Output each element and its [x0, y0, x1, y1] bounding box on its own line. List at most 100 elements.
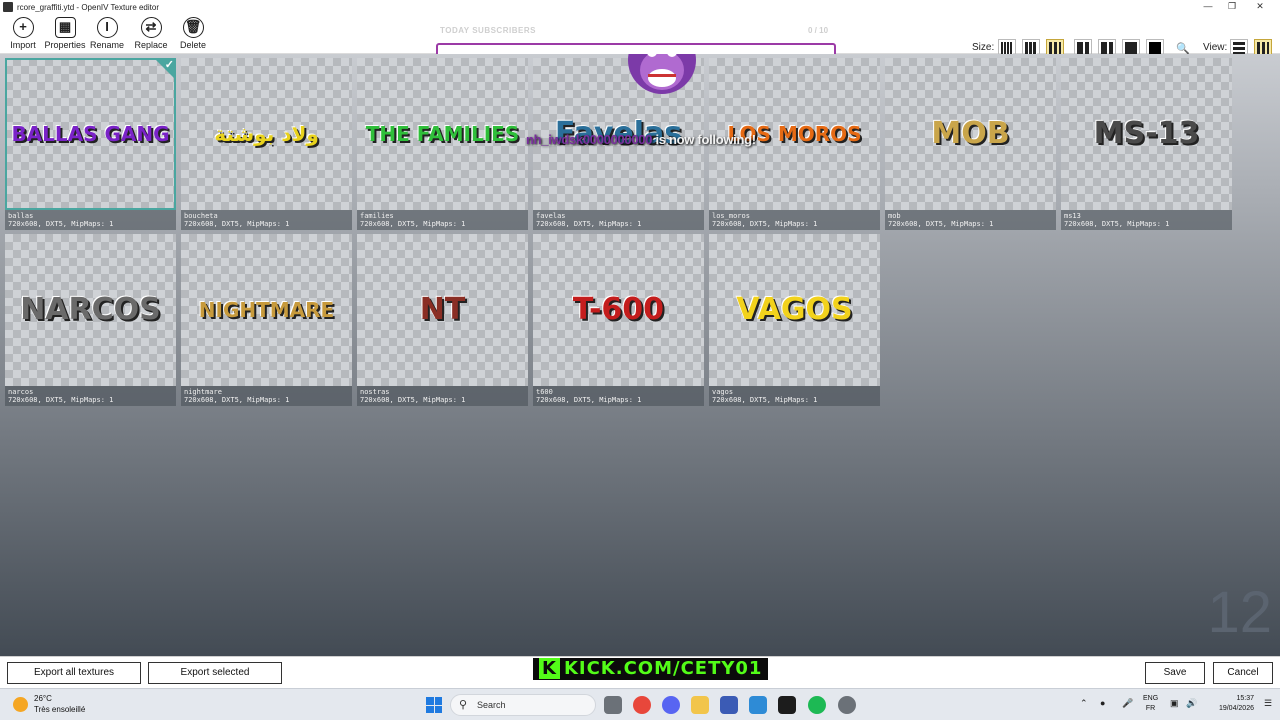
clock-time: 15:37 — [1236, 695, 1254, 702]
texture-tile[interactable]: NARCOS narcos 720x608, DXT5, MipMaps: 1 — [5, 234, 176, 406]
texture-tile[interactable]: MOB mob 720x608, DXT5, MipMaps: 1 — [885, 58, 1056, 230]
texture-artwork: NIGHTMARE — [198, 298, 335, 322]
obs-icon[interactable] — [838, 696, 856, 714]
texture-name: t600 — [536, 388, 553, 396]
monkey-mascot-icon — [628, 54, 696, 94]
file-explorer-icon[interactable] — [691, 696, 709, 714]
size-label: Size: — [972, 42, 995, 53]
bottom-bar: Export all textures Export selected K KIC… — [0, 656, 1280, 688]
texture-artwork: MOB — [931, 116, 1010, 151]
start-icon[interactable] — [426, 697, 442, 713]
delete-button[interactable]: 🗑 Delete — [168, 16, 218, 52]
plus-icon: + — [12, 17, 34, 38]
clock[interactable]: 15:37 19/04/2026 — [1206, 694, 1254, 714]
rename-button[interactable]: I Rename — [82, 16, 132, 52]
taskbar-search[interactable]: ⚲ Search — [450, 694, 596, 716]
discord-icon[interactable] — [662, 696, 680, 714]
texture-artwork: NARCOS — [20, 292, 161, 327]
replace-icon: ⇄ — [140, 17, 162, 38]
photos-icon[interactable] — [749, 696, 767, 714]
volume-icon[interactable]: 🔊 — [1186, 698, 1197, 709]
texture-name: favelas — [536, 212, 566, 220]
texture-info: 720x608, DXT5, MipMaps: 1 — [8, 220, 114, 228]
subscriber-goal-count: 0 / 10 — [808, 26, 829, 35]
search-icon: ⚲ — [459, 699, 468, 711]
rename-icon: I — [96, 17, 118, 38]
texture-tile[interactable]: MS-13 ms13 720x608, DXT5, MipMaps: 1 — [1061, 58, 1232, 230]
follower-name: nh_iwdsk0000000000 — [526, 132, 653, 147]
rename-label: Rename — [89, 40, 125, 50]
chrome-icon[interactable] — [633, 696, 651, 714]
texture-tile[interactable]: NIGHTMARE nightmare 720x608, DXT5, MipMaps… — [181, 234, 352, 406]
texture-name: los_moros — [712, 212, 750, 220]
tray-chevron-icon[interactable]: ⌃ — [1080, 698, 1088, 709]
texture-name: ballas — [8, 212, 34, 220]
texture-tile[interactable]: NT nostras 720x608, DXT5, MipMaps: 1 — [357, 234, 528, 406]
texture-meta: nightmare 720x608, DXT5, MipMaps: 1 — [181, 386, 352, 406]
texture-info: 720x608, DXT5, MipMaps: 1 — [888, 220, 994, 228]
kick-url: KICK.COM/CETY01 — [563, 658, 763, 679]
taskbar-search-label: Search — [477, 700, 506, 710]
texture-thumbnail: VAGOS — [709, 234, 880, 386]
texture-thumbnail: T-600 — [533, 234, 704, 386]
clock-date: 19/04/2026 — [1218, 705, 1254, 712]
properties-icon: ▦ — [54, 17, 76, 38]
texture-name: boucheta — [184, 212, 218, 220]
close-icon[interactable]: ✕ — [1248, 0, 1272, 14]
export-selected-button[interactable]: Export selected — [148, 662, 282, 684]
delete-label: Delete — [179, 40, 206, 50]
save-button[interactable]: Save — [1145, 662, 1205, 684]
view-label: View: — [1203, 42, 1228, 53]
checkmark-icon: ✓ — [164, 59, 174, 71]
notification-icon[interactable]: ☰ — [1264, 698, 1272, 709]
texture-tile[interactable]: THE FAMILIES families 720x608, DXT5, MipMa… — [357, 58, 528, 230]
microphone-icon[interactable]: 🎤 — [1122, 698, 1133, 709]
texture-thumbnail: ولاد بوشتة — [181, 58, 352, 210]
language-primary: ENG — [1143, 695, 1159, 702]
texture-info: 720x608, DXT5, MipMaps: 1 — [536, 396, 642, 404]
cancel-button[interactable]: Cancel — [1213, 662, 1273, 684]
texture-artwork: T-600 — [572, 292, 665, 327]
app-icon — [3, 2, 13, 12]
weather-sun-icon[interactable] — [13, 697, 28, 712]
texture-tile[interactable]: VAGOS vagos 720x608, DXT5, MipMaps: 1 — [709, 234, 880, 406]
texture-name: mob — [888, 212, 901, 220]
follow-alert: nh_iwdsk0000000000 is now following! — [526, 132, 756, 147]
texture-artwork: THE FAMILIES — [365, 122, 520, 146]
texture-info: 720x608, DXT5, MipMaps: 1 — [712, 220, 818, 228]
texture-thumbnail: NT — [357, 234, 528, 386]
texture-tile[interactable]: T-600 t600 720x608, DXT5, MipMaps: 1 — [533, 234, 704, 406]
texture-info: 720x608, DXT5, MipMaps: 1 — [184, 220, 290, 228]
spotify-icon[interactable] — [808, 696, 826, 714]
network-icon[interactable]: ▣ — [1170, 698, 1179, 709]
kick-banner: K KICK.COM/CETY01 — [533, 658, 769, 680]
weather-desc: Très ensoleillé — [34, 705, 86, 714]
texture-tile[interactable]: BALLAS GANG ✓ ballas 720x608, DXT5, MipMaps… — [5, 58, 176, 230]
texture-info: 720x608, DXT5, MipMaps: 1 — [1064, 220, 1170, 228]
texture-artwork: VAGOS — [736, 292, 853, 327]
texture-grid: BALLAS GANG ✓ ballas 720x608, DXT5, MipMaps… — [0, 54, 1280, 656]
texture-tile[interactable]: ولاد بوشتة boucheta 720x608, DXT5, MipMaps… — [181, 58, 352, 230]
texture-thumbnail: MS-13 — [1061, 58, 1232, 210]
texture-meta: favelas 720x608, DXT5, MipMaps: 1 — [533, 210, 704, 230]
texture-meta: narcos 720x608, DXT5, MipMaps: 1 — [5, 386, 176, 406]
maximize-icon[interactable]: ❐ — [1220, 0, 1244, 14]
texture-name: narcos — [8, 388, 34, 396]
task-view-icon[interactable] — [604, 696, 622, 714]
texture-count: 12 — [1207, 580, 1272, 645]
export-all-button[interactable]: Export all textures — [7, 662, 141, 684]
texture-thumbnail: NIGHTMARE — [181, 234, 352, 386]
texture-meta: boucheta 720x608, DXT5, MipMaps: 1 — [181, 210, 352, 230]
language-indicator[interactable]: ENG FR — [1143, 694, 1158, 714]
texture-thumbnail: MOB — [885, 58, 1056, 210]
word-icon[interactable] — [720, 696, 738, 714]
trash-icon: 🗑 — [182, 17, 204, 38]
texture-info: 720x608, DXT5, MipMaps: 1 — [712, 396, 818, 404]
texture-meta: vagos 720x608, DXT5, MipMaps: 1 — [709, 386, 880, 406]
texture-name: ms13 — [1064, 212, 1081, 220]
discord-tray-icon[interactable]: ● — [1100, 698, 1105, 708]
texture-name: nightmare — [184, 388, 222, 396]
minimize-icon[interactable]: — — [1196, 0, 1220, 14]
openiv-icon[interactable] — [778, 696, 796, 714]
texture-thumbnail: NARCOS — [5, 234, 176, 386]
